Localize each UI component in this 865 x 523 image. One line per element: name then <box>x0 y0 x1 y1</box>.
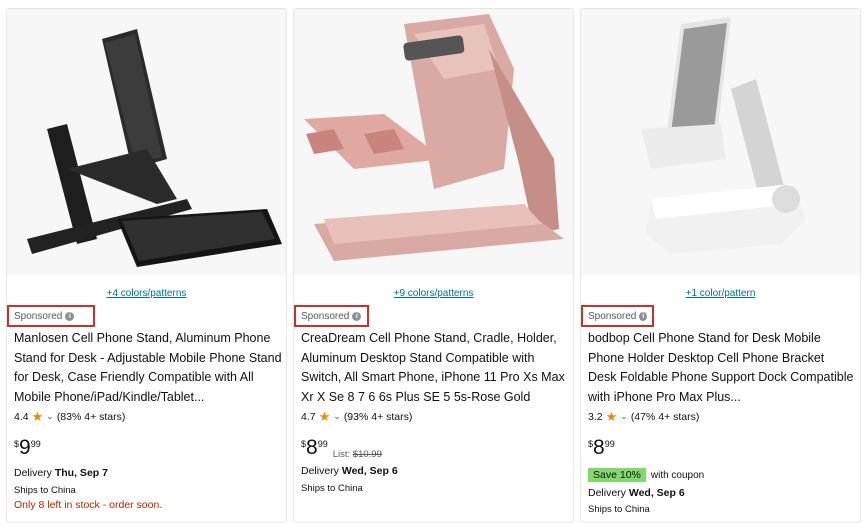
price-whole: 9 <box>19 436 31 459</box>
price[interactable]: $ 8 99 List: $10.99 <box>301 436 382 461</box>
price-whole: 8 <box>306 436 318 459</box>
list-price: List: $10.99 <box>333 449 382 460</box>
delivery-date: Thu, Sep 7 <box>54 467 108 479</box>
star-icon: ★ <box>605 409 618 424</box>
sponsored-text: Sponsored <box>588 310 637 322</box>
product-image-1[interactable] <box>7 9 286 275</box>
color-options-link[interactable]: +1 color/pattern <box>581 288 860 299</box>
price-fraction: 99 <box>604 439 615 449</box>
info-icon[interactable]: i <box>65 311 75 321</box>
sponsored-text: Sponsored <box>301 310 350 322</box>
price[interactable]: $ 9 99 <box>14 437 41 459</box>
rating-summary: (93% 4+ stars) <box>343 410 413 423</box>
info-icon[interactable]: i <box>352 311 362 321</box>
product-card-2[interactable]: +9 colors/patterns Sponsored i CreaDream… <box>293 8 574 523</box>
product-image-3[interactable] <box>581 9 860 275</box>
rating-row[interactable]: 3.2 ★ ⌄ (47% 4+ stars) <box>588 410 699 423</box>
list-price-label: List: <box>332 449 351 460</box>
rating-summary: (83% 4+ stars) <box>56 410 126 423</box>
chevron-down-icon[interactable]: ⌄ <box>333 411 341 422</box>
delivery-info: Delivery Wed, Sep 6 <box>301 465 398 477</box>
list-price-value: $10.99 <box>352 449 382 460</box>
product-title[interactable]: Manlosen Cell Phone Stand, Aluminum Phon… <box>14 329 282 407</box>
price-whole: 8 <box>593 436 605 459</box>
price[interactable]: $ 8 99 <box>588 437 615 459</box>
product-card-3[interactable]: +1 color/pattern Sponsored i bodbop Cell… <box>580 8 861 523</box>
product-title[interactable]: CreaDream Cell Phone Stand, Cradle, Hold… <box>301 329 569 407</box>
price-fraction: 99 <box>30 439 41 449</box>
stock-warning: Only 8 left in stock - order soon. <box>14 499 163 511</box>
coupon-text: with coupon <box>650 469 705 481</box>
sponsored-text: Sponsored <box>14 310 63 322</box>
info-icon[interactable]: i <box>639 311 647 321</box>
color-options-link[interactable]: +4 colors/patterns <box>7 288 286 299</box>
delivery-label: Delivery <box>588 487 626 499</box>
product-title[interactable]: bodbop Cell Phone Stand for Desk Mobile … <box>588 329 856 407</box>
delivery-date: Wed, Sep 6 <box>628 487 685 499</box>
rating-value: 4.4 <box>14 410 29 423</box>
sponsored-label[interactable]: Sponsored i <box>581 305 654 327</box>
delivery-info: Delivery Thu, Sep 7 <box>14 467 108 479</box>
ships-to: Ships to China <box>588 504 650 515</box>
delivery-date: Wed, Sep 6 <box>341 465 398 477</box>
sponsored-label[interactable]: Sponsored i <box>7 305 95 327</box>
rating-summary: (47% 4+ stars) <box>630 410 700 423</box>
price-fraction: 99 <box>317 439 328 449</box>
coupon-badge[interactable]: Save 10% <box>588 468 646 482</box>
product-image-2[interactable] <box>294 9 573 275</box>
sponsored-label[interactable]: Sponsored i <box>294 305 369 327</box>
delivery-info: Delivery Wed, Sep 6 <box>588 487 685 499</box>
star-icon: ★ <box>318 409 331 424</box>
coupon-row[interactable]: Save 10% with coupon <box>588 468 704 482</box>
delivery-label: Delivery <box>14 467 52 479</box>
ships-to: Ships to China <box>14 485 76 496</box>
star-icon: ★ <box>31 409 44 424</box>
rating-row[interactable]: 4.4 ★ ⌄ (83% 4+ stars) <box>14 410 125 423</box>
delivery-label: Delivery <box>301 465 339 477</box>
rating-value: 4.7 <box>301 410 316 423</box>
chevron-down-icon[interactable]: ⌄ <box>46 411 54 422</box>
chevron-down-icon[interactable]: ⌄ <box>620 411 628 422</box>
rating-value: 3.2 <box>588 410 603 423</box>
results-grid: +4 colors/patterns Sponsored i Manlosen … <box>0 0 865 523</box>
ships-to: Ships to China <box>301 483 363 494</box>
rating-row[interactable]: 4.7 ★ ⌄ (93% 4+ stars) <box>301 410 412 423</box>
product-card-1[interactable]: +4 colors/patterns Sponsored i Manlosen … <box>6 8 287 523</box>
color-options-link[interactable]: +9 colors/patterns <box>294 288 573 299</box>
